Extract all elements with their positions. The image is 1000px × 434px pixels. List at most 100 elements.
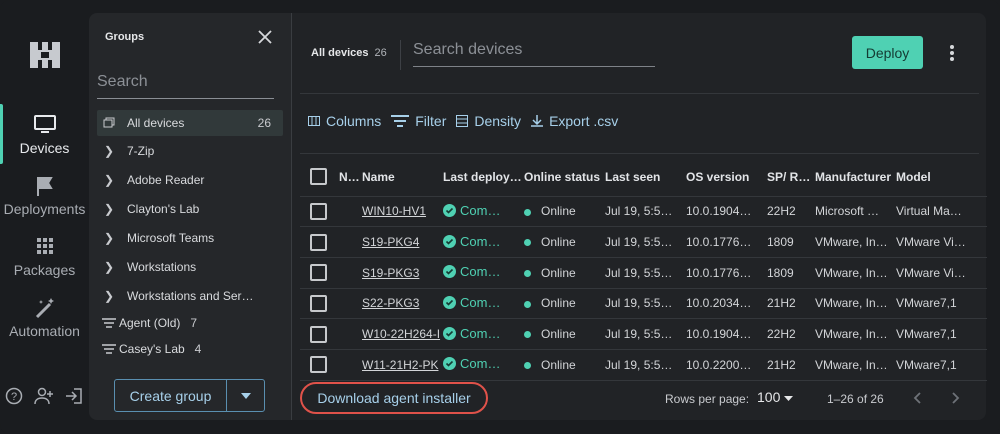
export-csv-button[interactable]: Export .csv bbox=[531, 113, 618, 129]
group-item[interactable]: ❯ Microsoft Teams bbox=[97, 225, 283, 251]
table-row[interactable]: S19-PKG4 Com… Online Jul 19, 5:5… 10.0.1776…… bbox=[300, 226, 987, 258]
table-cell: Online bbox=[524, 257, 605, 289]
group-item[interactable]: ❯ Clayton's Lab bbox=[97, 196, 283, 222]
table-cell: VMware Vi… bbox=[896, 257, 987, 289]
row-checkbox[interactable] bbox=[310, 233, 327, 251]
row-checkbox[interactable] bbox=[310, 356, 327, 374]
divider bbox=[300, 93, 979, 94]
table-cell: VMware, In… bbox=[815, 318, 896, 350]
table-cell: 22H2 bbox=[767, 318, 815, 350]
group-item-label: Microsoft Teams bbox=[127, 231, 215, 245]
table-cell: Microsoft … bbox=[815, 196, 896, 228]
chevron-right-icon[interactable] bbox=[948, 391, 962, 405]
column-header[interactable]: Online status bbox=[524, 158, 605, 197]
chevron-right-icon[interactable]: ❯ bbox=[97, 144, 121, 158]
group-item-all-devices[interactable]: All devices 26 bbox=[97, 110, 283, 136]
table-cell bbox=[339, 318, 362, 350]
nav-packages-label: Packages bbox=[13, 262, 76, 278]
groups-search-input[interactable]: Search bbox=[97, 69, 274, 99]
check-circle-icon bbox=[443, 326, 456, 340]
group-item-label: Workstations bbox=[127, 260, 197, 274]
rows-per-page-select[interactable]: 100 bbox=[757, 389, 794, 405]
table-cell: 10.0.1904… bbox=[686, 196, 767, 228]
density-button[interactable]: Density bbox=[456, 113, 521, 129]
table-cell: Online bbox=[524, 318, 605, 350]
chevron-right-icon[interactable]: ❯ bbox=[97, 202, 121, 216]
table-row[interactable]: S22-PKG3 Com… Online Jul 19, 5:5… 10.0.2034…… bbox=[300, 288, 987, 320]
device-search-input[interactable]: Search devices bbox=[413, 41, 655, 67]
row-select-cell bbox=[300, 196, 339, 228]
chevron-right-icon[interactable]: ❯ bbox=[97, 260, 121, 274]
group-item-label: Clayton's Lab bbox=[127, 202, 200, 216]
nav-deployments[interactable]: Deployments bbox=[0, 175, 89, 217]
close-icon[interactable] bbox=[257, 29, 273, 45]
chevron-right-icon[interactable]: ❯ bbox=[97, 289, 121, 303]
help-icon[interactable]: ? bbox=[4, 386, 24, 406]
flag-icon bbox=[36, 177, 53, 196]
nav-packages[interactable]: Packages bbox=[0, 236, 89, 278]
table-row[interactable]: S19-PKG3 Com… Online Jul 19, 5:5… 10.0.1776…… bbox=[300, 257, 987, 289]
group-item-label: All devices bbox=[127, 116, 185, 130]
column-header[interactable]: Last deploy… bbox=[443, 158, 524, 197]
nav-automation[interactable]: Automation bbox=[0, 297, 89, 339]
deploy-status: Com… bbox=[443, 295, 500, 310]
nav-automation-label: Automation bbox=[9, 323, 80, 339]
group-item[interactable]: Casey's Lab 4 bbox=[97, 336, 283, 362]
filter-button[interactable]: Filter bbox=[391, 113, 446, 129]
download-icon bbox=[531, 115, 544, 127]
online-dot-icon bbox=[524, 239, 531, 247]
device-name-link[interactable]: S19-PKG3 bbox=[362, 266, 419, 280]
row-checkbox[interactable] bbox=[310, 325, 327, 343]
app-window: Devices Deployments Packages Automation … bbox=[0, 0, 1000, 434]
chevron-right-icon[interactable]: ❯ bbox=[97, 231, 121, 245]
column-header[interactable]: Model bbox=[896, 158, 987, 197]
group-item[interactable]: ❯ Workstations bbox=[97, 254, 283, 280]
more-options-icon[interactable] bbox=[946, 43, 958, 63]
device-name-link[interactable]: W10-22H264-I bbox=[362, 327, 440, 341]
chevron-right-icon[interactable]: ❯ bbox=[97, 173, 121, 187]
group-item-label: 7-Zip bbox=[127, 144, 155, 158]
caret-down-icon[interactable] bbox=[227, 380, 264, 411]
online-dot-icon bbox=[524, 270, 531, 278]
table-row[interactable]: W11-21H2-PK Com… Online Jul 19, 5:5… 10.0.22… bbox=[300, 349, 987, 381]
add-user-icon[interactable] bbox=[34, 386, 54, 406]
group-item[interactable]: Agent (Old) 7 bbox=[97, 310, 283, 336]
groups-title: Groups bbox=[105, 31, 145, 43]
device-name-link[interactable]: WIN10-HV1 bbox=[362, 204, 426, 218]
row-checkbox[interactable] bbox=[310, 202, 327, 220]
group-item[interactable]: ❯ 7-Zip bbox=[97, 138, 283, 164]
device-name-link[interactable]: S22-PKG3 bbox=[362, 296, 419, 310]
nav-devices[interactable]: Devices bbox=[0, 114, 89, 156]
column-header[interactable]: OS version bbox=[686, 158, 767, 197]
table-cell: Jul 19, 5:5… bbox=[605, 288, 686, 320]
create-group-button[interactable]: Create group bbox=[114, 379, 265, 412]
online-status-label: Online bbox=[541, 265, 576, 280]
download-agent-installer-link[interactable]: Download agent installer bbox=[300, 382, 488, 414]
table-row[interactable]: W10-22H264-I Com… Online Jul 19, 5:5… 10.0.1… bbox=[300, 318, 987, 350]
chevron-left-icon[interactable] bbox=[911, 391, 925, 405]
sign-in-icon[interactable] bbox=[64, 386, 84, 406]
deploy-button[interactable]: Deploy bbox=[852, 36, 923, 69]
select-all-checkbox[interactable] bbox=[310, 168, 327, 186]
table-cell: 22H2 bbox=[767, 196, 815, 228]
group-item[interactable]: ❯ Adobe Reader bbox=[97, 167, 283, 193]
nav-devices-label: Devices bbox=[19, 140, 70, 156]
column-header[interactable]: Name bbox=[362, 158, 443, 197]
column-header[interactable]: Manufacturer bbox=[815, 158, 896, 197]
column-header[interactable]: Last seen bbox=[605, 158, 686, 197]
group-item[interactable]: ❯ Workstations and Ser… bbox=[97, 283, 283, 309]
row-select-cell bbox=[300, 226, 339, 258]
row-checkbox[interactable] bbox=[310, 294, 327, 312]
nav-deployments-label: Deployments bbox=[3, 201, 86, 217]
device-name-link[interactable]: W11-21H2-PK bbox=[362, 358, 438, 372]
table-cell bbox=[339, 288, 362, 320]
columns-icon bbox=[308, 116, 320, 126]
column-header[interactable]: SP/ R… bbox=[767, 158, 815, 197]
device-name-link[interactable]: S19-PKG4 bbox=[362, 235, 419, 249]
row-checkbox[interactable] bbox=[310, 264, 327, 282]
table-row[interactable]: WIN10-HV1 Com… Online Jul 19, 5:5… 10.0.1904… bbox=[300, 196, 987, 228]
pagination-range: 1–26 of 26 bbox=[827, 392, 884, 406]
column-header[interactable]: N… bbox=[339, 158, 362, 197]
columns-button[interactable]: Columns bbox=[308, 113, 381, 129]
table-cell: VMware7,1 bbox=[896, 288, 987, 320]
